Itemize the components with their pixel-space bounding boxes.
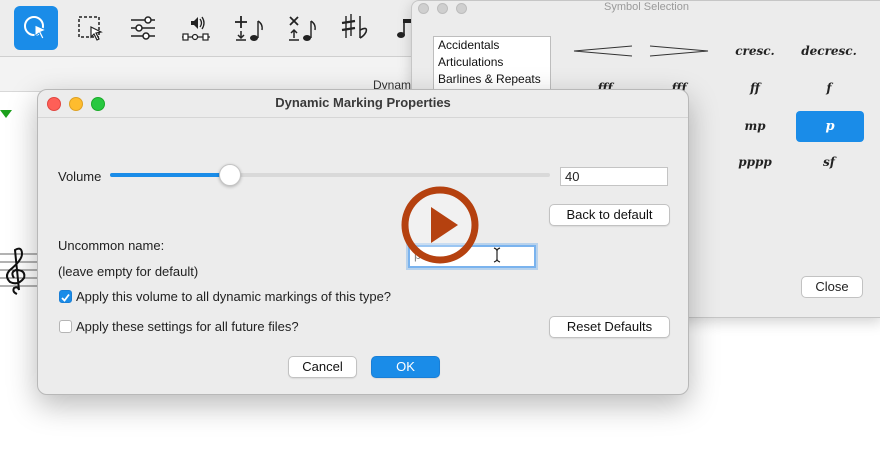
sharp-flat-icon	[341, 14, 368, 39]
category-item-accidentals[interactable]: Accidentals	[434, 37, 550, 54]
symbol-pppp[interactable]: pppp	[722, 147, 788, 177]
symbol-decresc[interactable]: decresc.	[796, 36, 862, 66]
category-item-articulations[interactable]: Articulations	[434, 54, 550, 71]
apply-volume-checkbox[interactable]	[59, 290, 72, 303]
text-cursor-icon	[493, 247, 501, 263]
window-minimize-button[interactable]	[69, 97, 83, 111]
volume-label: Volume	[58, 169, 102, 184]
volume-tool-button[interactable]	[174, 6, 218, 50]
dynamic-marking-properties-dialog: Dynamic Marking Properties Volume 40 Bac…	[37, 89, 689, 395]
category-item-barlines-repeats[interactable]: Barlines & Repeats	[434, 71, 550, 88]
select-tool-button[interactable]	[14, 6, 58, 50]
symbol-sf[interactable]: sf	[796, 147, 862, 177]
crescendo-hairpin-icon	[573, 45, 633, 57]
symbol-crescendo-hairpin[interactable]	[570, 36, 636, 66]
speaker-slider-icon	[182, 16, 210, 41]
volume-value-field[interactable]: 40	[560, 167, 668, 186]
playback-position-marker[interactable]	[0, 110, 12, 118]
back-to-default-button[interactable]: Back to default	[549, 204, 670, 226]
window-zoom-button[interactable]	[91, 97, 105, 111]
checkmark-icon	[61, 293, 70, 302]
dialog-content: Volume 40 Back to default Uncommon name:…	[38, 117, 688, 395]
symbol-f[interactable]: f	[796, 73, 862, 103]
uncommon-name-label: Uncommon name:	[58, 238, 165, 253]
cancel-button[interactable]: Cancel	[288, 356, 357, 378]
decrescendo-hairpin-icon	[649, 45, 709, 57]
sliders-icon	[131, 16, 155, 40]
symbol-ff[interactable]: ff	[722, 73, 788, 103]
symbol-p-selected[interactable]: p	[796, 111, 864, 142]
apply-volume-label[interactable]: Apply this volume to all dynamic marking…	[76, 289, 391, 304]
cursor-icon	[24, 16, 48, 40]
reset-defaults-button[interactable]: Reset Defaults	[549, 316, 670, 338]
dialog-titlebar[interactable]: Dynamic Marking Properties	[38, 90, 688, 116]
ok-button[interactable]: OK	[371, 356, 440, 378]
delete-note-tool-button[interactable]	[280, 6, 324, 50]
video-play-icon[interactable]	[400, 185, 480, 265]
palette-close-button[interactable]: Close	[801, 276, 863, 298]
marquee-tool-button[interactable]	[68, 6, 112, 50]
dialog-title: Dynamic Marking Properties	[275, 95, 451, 110]
symbol-mp[interactable]: mp	[722, 111, 788, 141]
symbol-cresc[interactable]: cresc.	[722, 36, 788, 66]
window-close-button[interactable]	[47, 97, 61, 111]
symbol-decrescendo-hairpin[interactable]	[646, 36, 712, 66]
palette-title: Symbol Selection	[604, 1, 689, 13]
dialog-window-controls	[47, 97, 105, 111]
add-note-tool-button[interactable]	[227, 6, 271, 50]
uncommon-name-hint: (leave empty for default)	[58, 264, 199, 279]
treble-clef-staff	[0, 247, 40, 295]
delete-note-icon	[289, 16, 316, 41]
apply-future-checkbox[interactable]	[59, 320, 72, 333]
accidentals-tool-button[interactable]	[333, 6, 377, 50]
mixer-tool-button[interactable]	[121, 6, 165, 50]
volume-slider[interactable]	[110, 164, 550, 186]
marquee-select-icon	[78, 16, 103, 41]
add-note-icon	[235, 16, 263, 41]
apply-future-label[interactable]: Apply these settings for all future file…	[76, 319, 299, 334]
volume-slider-knob[interactable]	[218, 164, 241, 186]
volume-slider-fill	[110, 173, 229, 177]
